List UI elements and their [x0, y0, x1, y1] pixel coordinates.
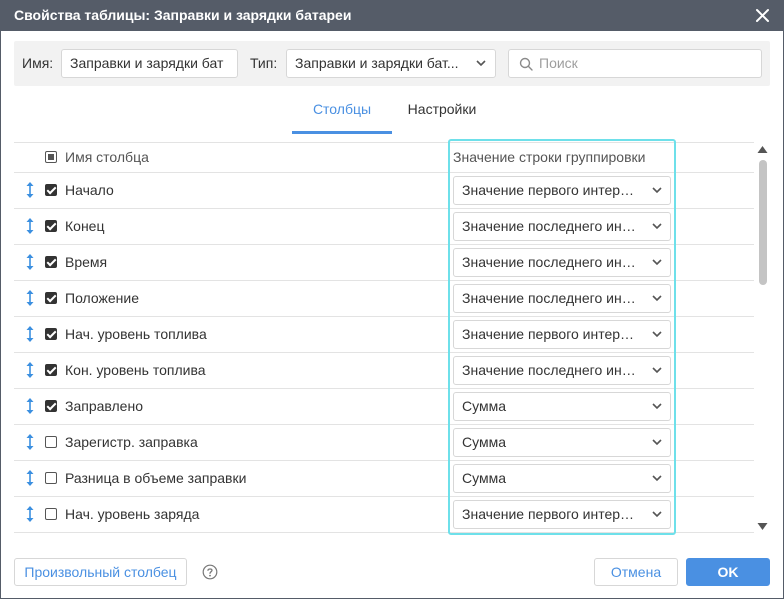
grouping-select-value: Значение первого интервала	[462, 326, 652, 342]
column-checkbox[interactable]	[45, 256, 57, 268]
grouping-select-value: Значение первого интервала	[462, 506, 652, 522]
grouping-select[interactable]: Сумма	[453, 392, 671, 421]
column-checkbox[interactable]	[45, 292, 57, 304]
help-icon[interactable]	[202, 564, 218, 580]
search-placeholder: Поиск	[539, 55, 578, 71]
dialog-title: Свойства таблицы: Заправки и зарядки бат…	[14, 7, 352, 23]
list-item: Время Значение последнего интервала	[14, 245, 754, 281]
grouping-select[interactable]: Значение первого интервала	[453, 320, 671, 349]
search-icon	[519, 57, 533, 71]
chevron-down-icon	[652, 439, 662, 446]
grouping-select-value: Сумма	[462, 398, 506, 414]
drag-handle-icon[interactable]	[25, 289, 35, 307]
columns-header: Имя столбца Значение строки группировки	[14, 143, 754, 173]
column-checkbox[interactable]	[45, 184, 57, 196]
chevron-down-icon	[652, 367, 662, 374]
chevron-down-icon	[652, 331, 662, 338]
drag-handle-icon[interactable]	[25, 433, 35, 451]
column-name: Конец	[65, 218, 105, 234]
column-checkbox[interactable]	[45, 328, 57, 340]
grouping-select-value: Значение последнего интервала	[462, 218, 671, 234]
close-icon[interactable]	[755, 8, 770, 23]
list-item: Конец Значение последнего интервала	[14, 209, 754, 245]
tab-columns[interactable]: Столбцы	[292, 86, 392, 134]
chevron-down-icon	[652, 403, 662, 410]
column-name: Положение	[65, 290, 139, 306]
list-item: Начало Значение первого интервала	[14, 173, 754, 209]
cancel-button[interactable]: Отмена	[594, 558, 678, 586]
grouping-select[interactable]: Сумма	[453, 428, 671, 457]
search-input[interactable]: Поиск	[508, 49, 762, 78]
chevron-down-icon	[476, 60, 486, 67]
list-item: Разница в объеме заправки Сумма	[14, 461, 754, 497]
grouping-select-value: Сумма	[462, 434, 506, 450]
column-name: Разница в объеме заправки	[65, 470, 247, 486]
column-name: Начало	[65, 182, 114, 198]
list-item: Нач. уровень заряда Значение первого инте…	[14, 497, 754, 533]
grouping-select-value: Значение первого интервала	[462, 182, 652, 198]
column-name: Время	[65, 254, 108, 270]
grouping-select[interactable]: Значение последнего интервала	[453, 284, 671, 313]
select-all-checkbox[interactable]	[45, 151, 57, 163]
grouping-select-value: Сумма	[462, 470, 506, 486]
grouping-select[interactable]: Значение первого интервала	[453, 176, 671, 205]
list-item: Заправлено Сумма	[14, 389, 754, 425]
column-checkbox[interactable]	[45, 400, 57, 412]
drag-handle-icon[interactable]	[25, 181, 35, 199]
name-input[interactable]: Заправки и зарядки бат	[61, 49, 238, 78]
column-name-header: Имя столбца	[65, 149, 149, 165]
tab-bar: Столбцы Настройки	[0, 86, 784, 134]
chevron-down-icon	[652, 475, 662, 482]
drag-handle-icon[interactable]	[25, 253, 35, 271]
drag-handle-icon[interactable]	[25, 505, 35, 523]
scroll-up-arrow-icon[interactable]	[757, 145, 768, 154]
drag-handle-icon[interactable]	[25, 217, 35, 235]
drag-handle-icon[interactable]	[25, 325, 35, 343]
drag-handle-icon[interactable]	[25, 397, 35, 415]
drag-handle-icon[interactable]	[25, 361, 35, 379]
grouping-select[interactable]: Значение последнего интервала	[453, 356, 671, 385]
column-name: Нач. уровень заряда	[65, 506, 200, 522]
column-checkbox[interactable]	[45, 220, 57, 232]
chevron-down-icon	[652, 295, 662, 302]
chevron-down-icon	[652, 259, 662, 266]
columns-list: Начало Значение первого интервала Конец Зн…	[14, 173, 754, 533]
list-item: Зарегистр. заправка Сумма	[14, 425, 754, 461]
type-label: Тип:	[250, 55, 278, 71]
chevron-down-icon	[652, 187, 662, 194]
column-checkbox[interactable]	[45, 436, 57, 448]
column-name: Кон. уровень топлива	[65, 362, 206, 378]
grouping-select-value: Значение последнего интервала	[462, 254, 671, 270]
tab-settings[interactable]: Настройки	[396, 86, 488, 134]
list-item: Положение Значение последнего интервала	[14, 281, 754, 317]
scrollbar-thumb[interactable]	[759, 160, 767, 285]
type-select-value: Заправки и зарядки бат...	[295, 55, 459, 71]
grouping-select[interactable]: Сумма	[453, 464, 671, 493]
column-checkbox[interactable]	[45, 364, 57, 376]
column-name: Зарегистр. заправка	[65, 434, 198, 450]
toolbar: Имя: Заправки и зарядки бат Тип: Заправк…	[14, 41, 770, 86]
custom-column-button[interactable]: Произвольный столбец	[14, 558, 187, 586]
grouping-select-value: Значение последнего интервала	[462, 362, 671, 378]
grouping-value-header: Значение строки группировки	[453, 149, 646, 165]
column-checkbox[interactable]	[45, 508, 57, 520]
column-checkbox[interactable]	[45, 472, 57, 484]
grouping-select-value: Значение последнего интервала	[462, 290, 671, 306]
chevron-down-icon	[652, 223, 662, 230]
chevron-down-icon	[652, 511, 662, 518]
list-item: Нач. уровень топлива Значение первого инт…	[14, 317, 754, 353]
name-label: Имя:	[22, 55, 54, 71]
ok-button[interactable]: OK	[686, 558, 770, 586]
grouping-select[interactable]: Значение последнего интервала	[453, 212, 671, 241]
column-name: Заправлено	[65, 398, 143, 414]
grouping-select[interactable]: Значение последнего интервала	[453, 248, 671, 277]
list-item: Кон. уровень топлива Значение последнего …	[14, 353, 754, 389]
drag-handle-icon[interactable]	[25, 469, 35, 487]
grouping-select[interactable]: Значение первого интервала	[453, 500, 671, 529]
dialog-titlebar: Свойства таблицы: Заправки и зарядки бат…	[0, 0, 784, 31]
column-name: Нач. уровень топлива	[65, 326, 207, 342]
type-select[interactable]: Заправки и зарядки бат...	[286, 49, 496, 78]
scroll-down-arrow-icon[interactable]	[757, 522, 768, 531]
